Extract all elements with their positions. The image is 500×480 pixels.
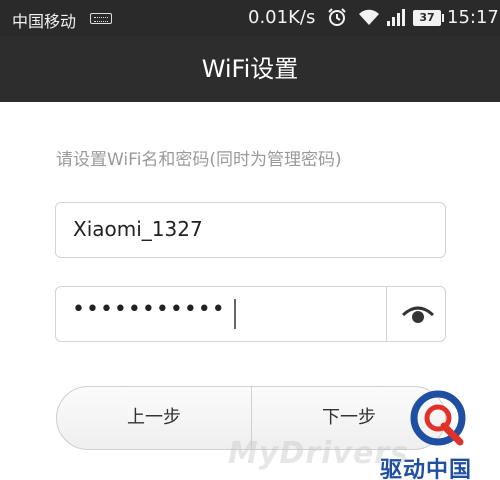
clock-time: 15:17 [447, 7, 499, 28]
alarm-icon [328, 8, 346, 26]
keyboard-icon [90, 13, 112, 24]
text-cursor [234, 299, 236, 329]
wifi-icon [359, 9, 379, 25]
status-bar: 中国移动 0.01K/s 37 15:17 [0, 0, 500, 36]
instruction-text: 请设置WiFi名和密码(同时为管理密码) [56, 150, 342, 170]
brand-logo-text: 驱动中国 [380, 458, 473, 480]
previous-step-button[interactable]: 上一步 [57, 387, 251, 449]
page-title: WiFi设置 [201, 55, 299, 83]
ssid-input-value[interactable]: Xiaomi_1327 [73, 217, 203, 241]
carrier-name: 中国移动 [12, 12, 77, 31]
field-divider [386, 287, 387, 341]
signal-icon [387, 9, 405, 26]
eye-icon[interactable] [402, 303, 434, 325]
page-title-bar: WiFi设置 [0, 36, 500, 102]
password-input-value[interactable]: ••••••••••• [72, 297, 226, 322]
q-logo-icon [410, 390, 466, 446]
network-speed: 0.01K/s [248, 7, 316, 28]
password-field[interactable]: ••••••••••• [55, 286, 446, 342]
battery-icon: 37 [413, 10, 444, 26]
ssid-field[interactable]: Xiaomi_1327 [55, 202, 446, 258]
